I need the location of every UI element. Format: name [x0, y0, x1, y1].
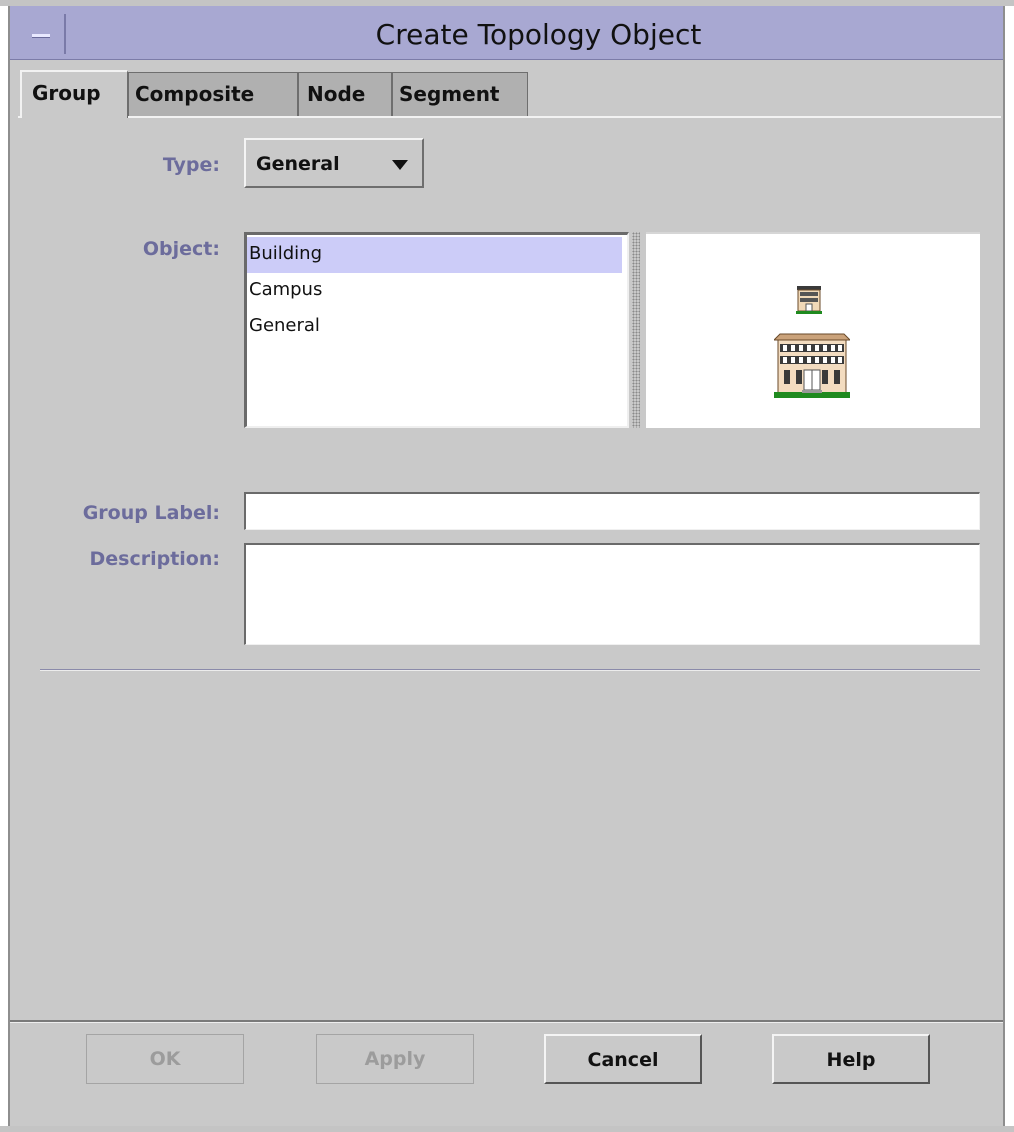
object-list[interactable]: Building Campus General: [244, 232, 629, 428]
building-small-icon: [796, 286, 822, 314]
ok-button[interactable]: OK: [86, 1034, 244, 1084]
window-menu-button[interactable]: [18, 14, 66, 54]
object-label: Object:: [142, 238, 220, 260]
description-label: Description:: [89, 548, 221, 570]
tab-segment[interactable]: Segment: [392, 72, 528, 116]
list-item-general[interactable]: General: [247, 309, 622, 345]
description-textarea[interactable]: [244, 543, 980, 645]
list-item-building[interactable]: Building: [247, 237, 622, 273]
type-dropdown[interactable]: General: [244, 138, 424, 188]
apply-button[interactable]: Apply: [316, 1034, 474, 1084]
building-large-icon: [774, 333, 850, 398]
tab-panel-border: [18, 116, 1001, 118]
chevron-down-icon[interactable]: [392, 160, 408, 170]
tab-composite[interactable]: Composite: [128, 72, 298, 116]
tab-group[interactable]: Group: [20, 70, 128, 118]
button-bar-separator: [10, 1020, 1003, 1023]
list-item-campus[interactable]: Campus: [247, 273, 622, 309]
tab-node[interactable]: Node: [298, 72, 392, 116]
window-title: Create Topology Object: [375, 18, 702, 51]
group-label-label: Group Label:: [82, 502, 220, 524]
help-button[interactable]: Help: [772, 1034, 930, 1084]
title-bar[interactable]: Create Topology Object: [10, 6, 1003, 60]
cancel-button[interactable]: Cancel: [544, 1034, 702, 1084]
dialog-window: Create Topology Object Group Composite N…: [8, 6, 1005, 1126]
type-label: Type:: [162, 154, 220, 176]
object-preview-panel: [646, 232, 980, 428]
group-label-input[interactable]: [244, 492, 980, 530]
window-menu-icon: [32, 34, 50, 38]
split-pane-divider[interactable]: [632, 232, 640, 428]
type-selected-value: General: [256, 153, 340, 175]
separator: [40, 669, 980, 671]
